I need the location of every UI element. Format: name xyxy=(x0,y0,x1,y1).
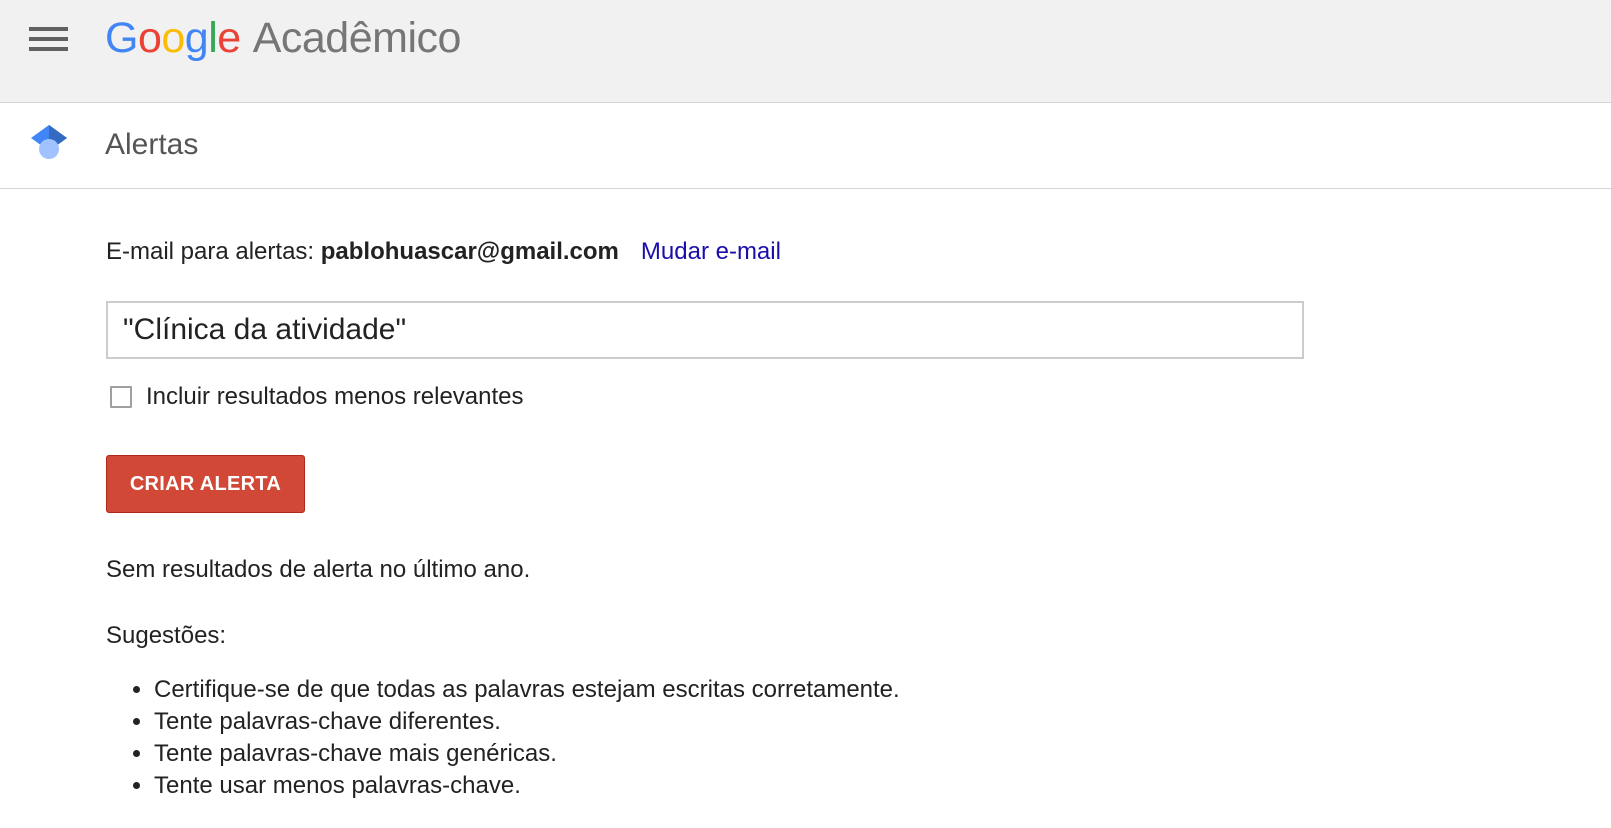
suggestions-title: Sugestões: xyxy=(106,622,227,649)
hamburger-menu-icon[interactable] xyxy=(29,27,69,51)
change-email-link[interactable]: Mudar e-mail xyxy=(641,238,781,265)
suggestion-item: Tente usar menos palavras-chave. xyxy=(154,770,900,802)
logo-letter: e xyxy=(217,14,241,62)
include-less-relevant-label: Incluir resultados menos relevantes xyxy=(146,383,524,410)
email-row: E-mail para alertas: pablohuascar@gmail.… xyxy=(106,237,781,267)
product-name: Acadêmico xyxy=(252,14,462,62)
suggestion-item: Tente palavras-chave mais genéricas. xyxy=(154,738,900,770)
logo-letter: o xyxy=(137,14,162,62)
email-value: pablohuascar@gmail.com xyxy=(320,238,619,265)
alert-query-input[interactable] xyxy=(106,301,1304,359)
logo-letter: o xyxy=(161,14,185,62)
page-title: Alertas xyxy=(105,128,199,161)
email-label: E-mail para alertas: xyxy=(106,238,321,265)
include-less-relevant-checkbox[interactable] xyxy=(110,386,132,408)
page-header: Alertas xyxy=(0,103,1611,189)
suggestions-list: Certifique-se de que todas as palavras e… xyxy=(106,674,900,802)
include-less-relevant-option[interactable]: Incluir resultados menos relevantes xyxy=(110,382,524,412)
no-results-message: Sem resultados de alerta no último ano. xyxy=(106,556,531,583)
top-app-bar: Google Acadêmico xyxy=(0,0,1611,103)
logo-letter: g xyxy=(184,14,209,62)
suggestion-item: Certifique-se de que todas as palavras e… xyxy=(154,674,900,706)
create-alert-button[interactable]: CRIAR ALERTA xyxy=(106,455,305,513)
google-wordmark: Google xyxy=(105,10,241,66)
suggestion-item: Tente palavras-chave diferentes. xyxy=(154,706,900,738)
logo-letter: G xyxy=(105,14,138,62)
google-scholar-logo[interactable]: Google Acadêmico xyxy=(105,10,461,66)
logo-letter: l xyxy=(208,14,218,62)
scholar-cap-icon xyxy=(31,125,67,159)
